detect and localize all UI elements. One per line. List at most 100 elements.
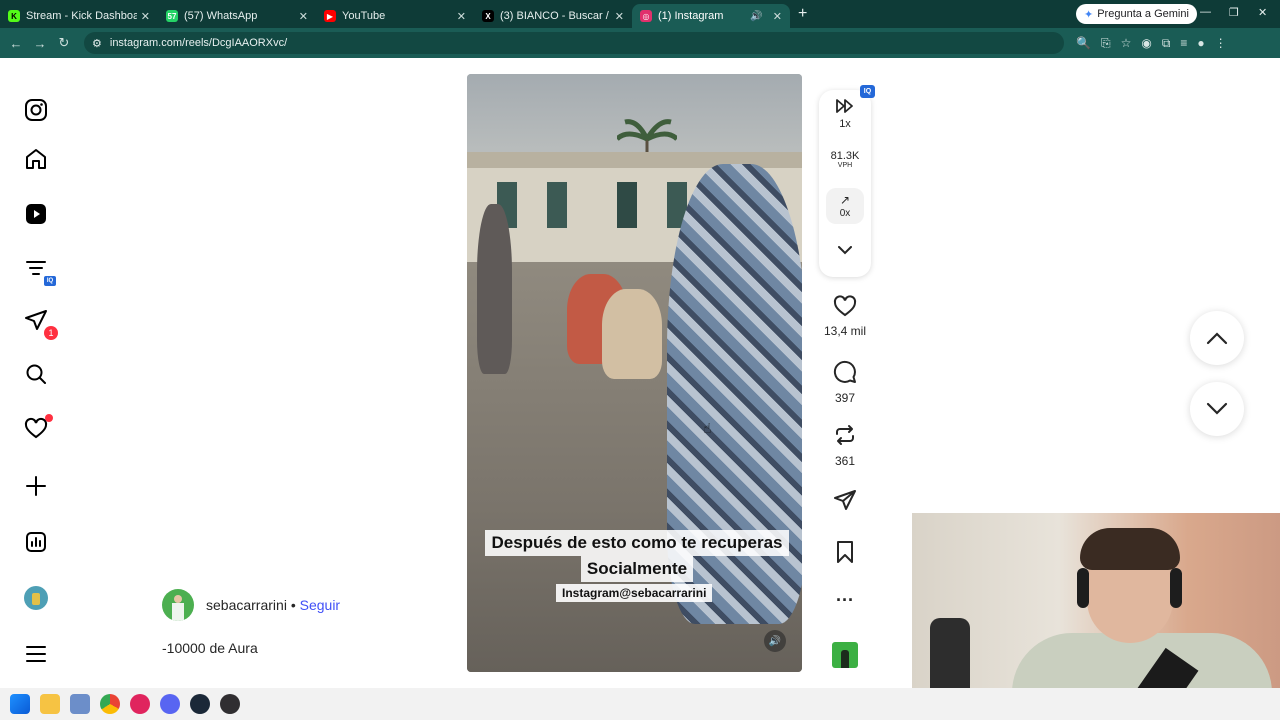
gemini-button[interactable]: ✦ Pregunta a Gemini — [1076, 4, 1197, 24]
dashboard-icon[interactable] — [22, 528, 50, 556]
extensions-icon[interactable]: ⧉ — [1162, 36, 1171, 51]
speed-panel: 1x 81.3K VPH ↗ 0x — [819, 90, 871, 277]
tab-title: YouTube — [342, 10, 386, 22]
window-close-icon[interactable]: ✕ — [1258, 6, 1267, 19]
save-button[interactable] — [828, 540, 862, 569]
taskbar — [0, 688, 1280, 720]
more-options-icon[interactable]: ··· — [828, 590, 862, 611]
reel-video[interactable]: Después de esto como te recuperas Social… — [467, 74, 802, 672]
menu-icon[interactable]: ⋮ — [1215, 36, 1227, 51]
comments-count: 397 — [834, 391, 856, 405]
close-icon[interactable]: ✕ — [457, 10, 466, 23]
share-button[interactable] — [828, 488, 862, 517]
reels-icon[interactable] — [22, 200, 50, 228]
url-field[interactable]: ⚙ instagram.com/reels/DcgIAAORXvc/ — [84, 32, 1064, 54]
repost-icon — [836, 425, 854, 445]
tab-whatsapp[interactable]: 57 (57) WhatsApp ✕ — [158, 4, 316, 28]
sparkle-icon: ✦ — [1084, 8, 1094, 21]
create-plus-icon[interactable] — [22, 472, 50, 500]
site-info-icon[interactable]: ⚙ — [92, 37, 102, 50]
media-app-icon[interactable] — [130, 694, 150, 714]
speed-value[interactable]: 1x — [819, 118, 871, 130]
more-menu-icon[interactable] — [22, 640, 50, 668]
chrome-icon[interactable] — [100, 694, 120, 714]
chevron-down-icon[interactable] — [819, 242, 871, 260]
restore-icon[interactable]: ❐ — [1229, 6, 1239, 19]
tab-title: (57) WhatsApp — [184, 10, 258, 22]
next-reel-button[interactable] — [1190, 382, 1244, 436]
hand-cursor-icon: ☝ — [703, 420, 712, 436]
previous-reel-button[interactable] — [1190, 311, 1244, 365]
follow-button[interactable]: Seguir — [300, 597, 340, 613]
volume-icon[interactable]: 🔊 — [764, 630, 786, 652]
tab-title: Stream - Kick Dashboard — [26, 10, 137, 22]
reel-description: -10000 de Aura — [162, 640, 258, 656]
headphones-shape — [1170, 568, 1182, 608]
tab-kick[interactable]: K Stream - Kick Dashboard ✕ — [0, 4, 158, 28]
heart-icon — [833, 295, 857, 317]
address-bar: ← → ↻ ⚙ instagram.com/reels/DcgIAAORXvc/… — [0, 28, 1280, 58]
messages-badge: 1 — [44, 326, 58, 340]
tab-instagram[interactable]: ◎ (1) Instagram 🔊 ✕ — [632, 4, 790, 28]
views-unit: VPH — [837, 162, 853, 169]
extension-iq-icon[interactable]: ◉ — [1141, 36, 1151, 51]
close-icon[interactable]: ✕ — [773, 10, 782, 23]
author-line: sebacarrarini • Seguir — [206, 597, 340, 613]
tab-bar: K Stream - Kick Dashboard ✕ 57 (57) What… — [0, 0, 1280, 28]
author-avatar[interactable] — [162, 589, 194, 621]
file-explorer-icon[interactable] — [40, 694, 60, 714]
comment-icon — [833, 360, 856, 383]
fast-forward-icon[interactable] — [819, 99, 871, 118]
kick-icon: K — [8, 10, 20, 22]
app-icon[interactable] — [70, 694, 90, 714]
author-separator: • — [290, 597, 296, 613]
author-username[interactable]: sebacarrarini — [206, 597, 287, 613]
obs-icon[interactable] — [220, 694, 240, 714]
instagram-logo-icon[interactable] — [22, 96, 50, 124]
tab-title: (3) BIANCO - Buscar / X — [500, 10, 611, 22]
profile-avatar-icon[interactable] — [22, 584, 50, 612]
chevron-down-icon — [1206, 402, 1228, 415]
audio-thumbnail[interactable] — [828, 642, 862, 668]
new-tab-button[interactable]: + — [798, 5, 807, 23]
tab-x[interactable]: X (3) BIANCO - Buscar / X ✕ — [474, 4, 632, 28]
chevron-up-icon — [1206, 332, 1228, 345]
instagram-sidebar: IQ 1 — [0, 58, 72, 688]
messages-icon[interactable]: 1 — [22, 306, 58, 340]
video-person — [477, 204, 512, 374]
filter-iq-icon[interactable]: IQ — [22, 254, 56, 286]
close-icon[interactable]: ✕ — [615, 10, 624, 23]
headphones-shape — [1077, 568, 1089, 608]
instagram-icon: ◎ — [640, 10, 652, 22]
tab-title: (1) Instagram — [658, 10, 724, 22]
discord-icon[interactable] — [160, 694, 180, 714]
close-icon[interactable]: ✕ — [141, 10, 150, 23]
bookmark-icon — [837, 541, 853, 563]
bookmark-star-icon[interactable]: ☆ — [1121, 36, 1132, 51]
minimize-icon[interactable]: — — [1200, 6, 1211, 18]
notifications-heart-icon[interactable] — [22, 414, 53, 443]
close-icon[interactable]: ✕ — [299, 10, 308, 23]
trend-up-icon: ↗ — [839, 193, 851, 207]
repost-button[interactable]: 361 — [828, 423, 862, 468]
back-icon[interactable]: ← — [4, 36, 28, 51]
profile-icon[interactable]: ● — [1197, 36, 1204, 51]
reload-icon[interactable]: ↻ — [52, 35, 76, 51]
media-icon[interactable]: ≡ — [1180, 36, 1187, 51]
likes-count: 13,4 mil — [823, 324, 867, 338]
search-icon[interactable] — [22, 360, 50, 388]
caption-line: Socialmente — [580, 556, 694, 582]
steam-icon[interactable] — [190, 694, 210, 714]
comment-button[interactable]: 397 — [828, 360, 862, 405]
like-button[interactable]: 13,4 mil — [824, 295, 866, 338]
forward-icon[interactable]: → — [28, 36, 52, 51]
home-icon[interactable] — [22, 145, 50, 173]
tab-youtube[interactable]: ▶ YouTube ✕ — [316, 4, 474, 28]
windows-start-icon[interactable] — [10, 694, 30, 714]
video-person — [602, 289, 662, 379]
hair-shape — [1080, 528, 1180, 570]
zoom-icon[interactable]: 🔍 — [1076, 36, 1091, 51]
install-icon[interactable]: ⎘ — [1101, 36, 1111, 51]
speaker-icon[interactable]: 🔊 — [750, 11, 762, 22]
url-text: instagram.com/reels/DcgIAAORXvc/ — [109, 37, 288, 49]
